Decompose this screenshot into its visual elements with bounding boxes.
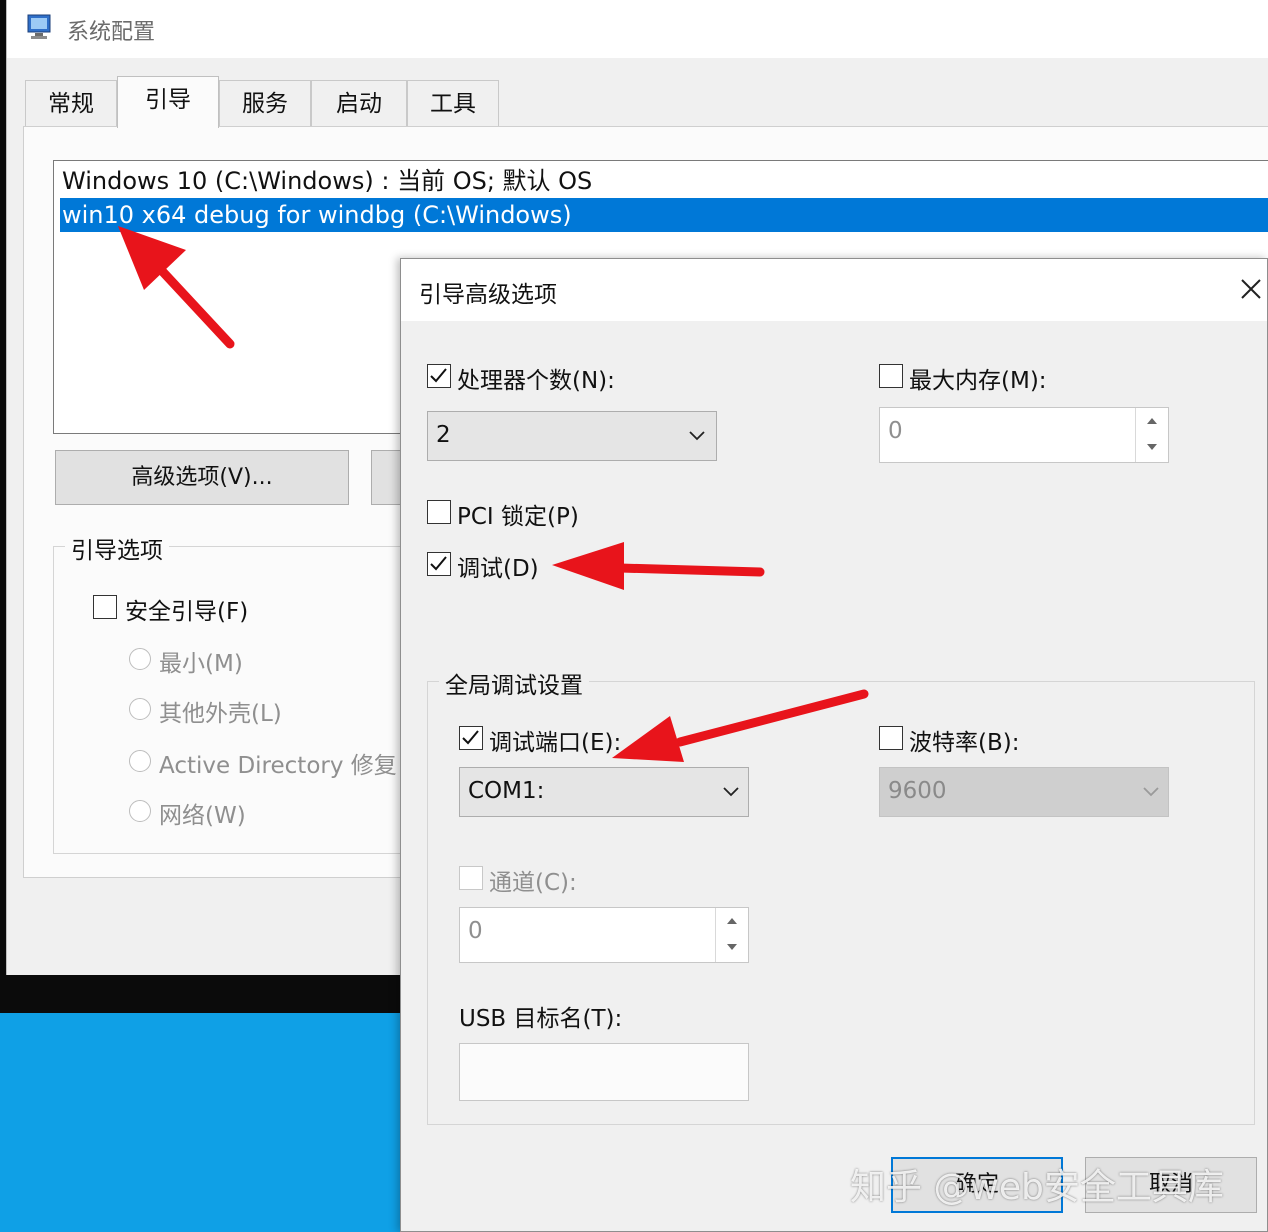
annotation-arrows-overlay (118, 226, 869, 762)
watermark-text: 知乎 @web安全工具库 (850, 1167, 1224, 1208)
tab-boot[interactable]: 引导 (117, 76, 219, 128)
arrow-icon (118, 226, 235, 349)
arrow-icon (612, 689, 869, 762)
arrow-icon (552, 542, 765, 590)
